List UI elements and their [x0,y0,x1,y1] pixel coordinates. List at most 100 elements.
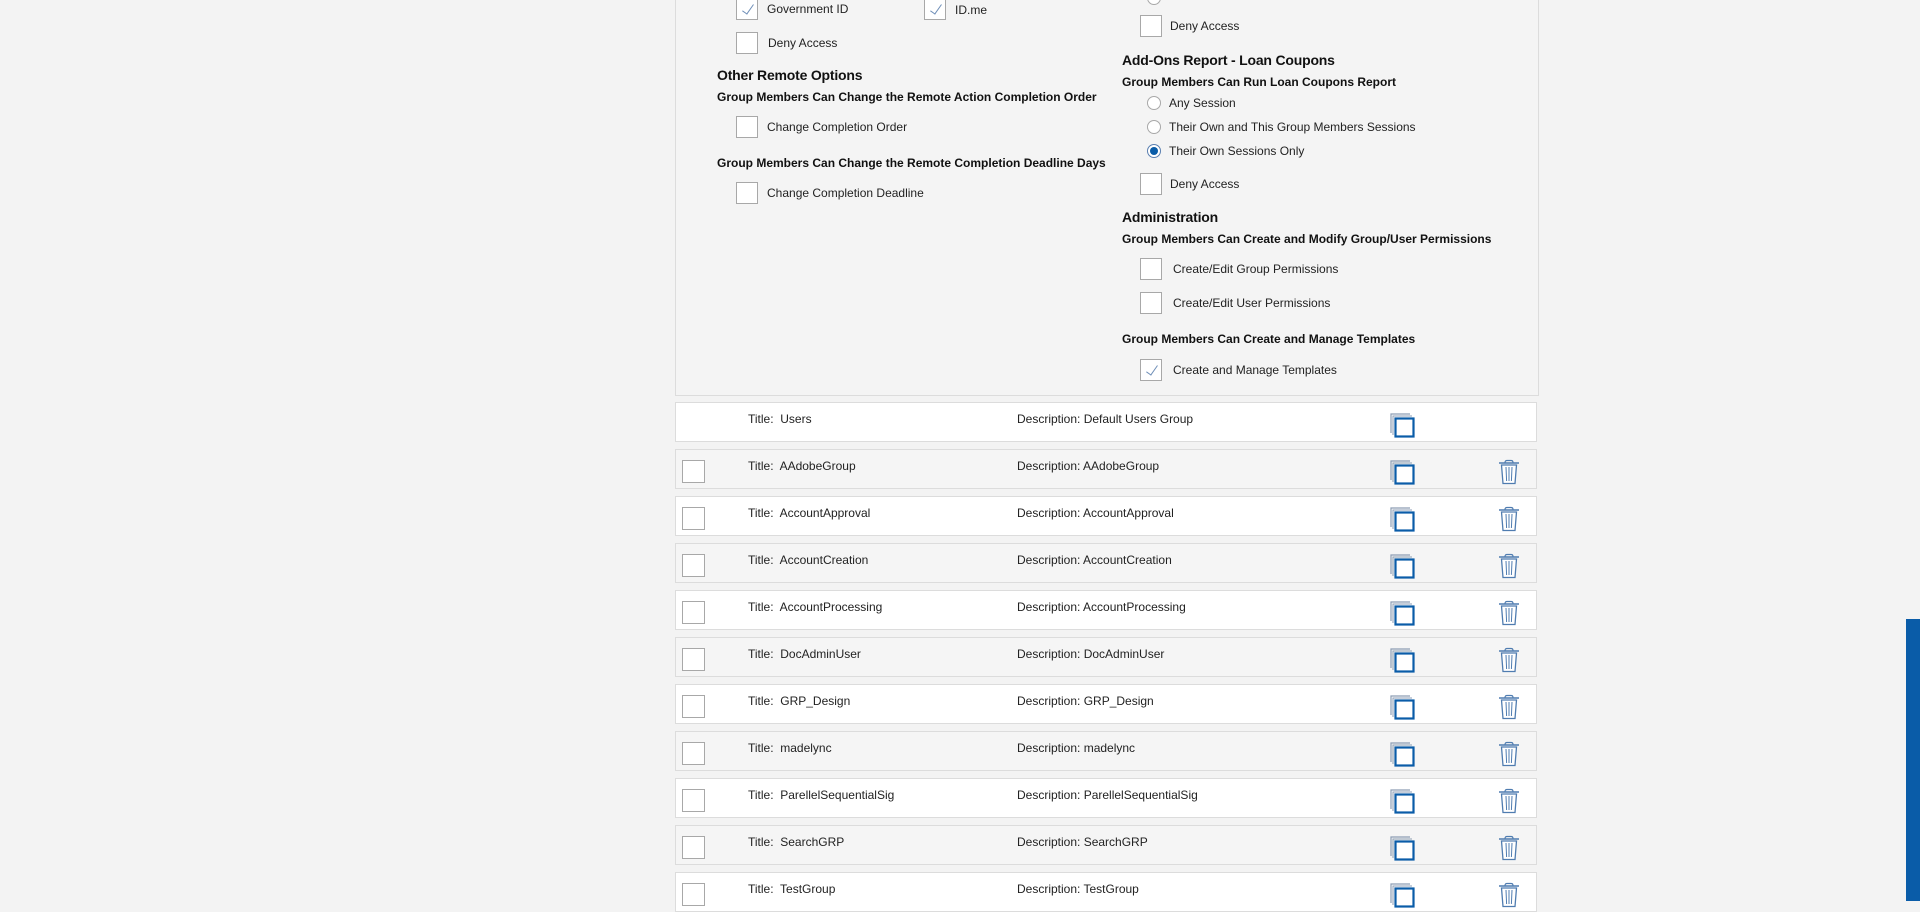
completion-deadline-subtitle: Group Members Can Change the Remote Comp… [717,156,1106,170]
trash-icon[interactable] [1498,553,1520,579]
title-value: AccountApproval [779,506,871,520]
desc-value: Default Users Group [1083,412,1194,426]
copy-icon[interactable] [1388,552,1416,580]
row-title: Title: TestGroup [748,882,835,896]
group-row: Title: AAdobeGroup Description: AAdobeGr… [675,449,1537,489]
row-select-checkbox[interactable] [682,742,705,765]
group-row: Title: Users Description: Default Users … [675,402,1537,442]
copy-icon[interactable] [1388,599,1416,627]
row-description: Description: AAdobeGroup [1017,459,1159,473]
desc-prefix: Description: [1017,553,1081,567]
copy-icon[interactable] [1388,411,1416,439]
top-deny-access-label: Deny Access [1170,19,1240,33]
change-completion-deadline-checkbox[interactable] [736,182,758,204]
trash-icon[interactable] [1498,459,1520,485]
title-prefix: Title: [748,741,774,755]
row-description: Description: AccountApproval [1017,506,1174,520]
idme-checkbox[interactable] [924,0,946,20]
copy-icon[interactable] [1388,646,1416,674]
row-title: Title: madelync [748,741,832,755]
trash-icon[interactable] [1498,647,1520,673]
row-select-checkbox[interactable] [682,883,705,906]
desc-value: DocAdminUser [1083,647,1165,661]
copy-icon[interactable] [1388,881,1416,909]
trash-icon[interactable] [1498,694,1520,720]
manage-templates-label: Create and Manage Templates [1173,363,1337,377]
change-completion-deadline-label: Change Completion Deadline [767,186,924,200]
desc-prefix: Description: [1017,694,1081,708]
row-select-checkbox[interactable] [682,601,705,624]
row-title: Title: GRP_Design [748,694,850,708]
desc-prefix: Description: [1017,835,1081,849]
title-value: SearchGRP [780,835,845,849]
government-id-checkbox[interactable] [736,0,758,20]
copy-icon[interactable] [1388,505,1416,533]
group-row: Title: madelync Description: madelync [675,731,1537,771]
trash-icon[interactable] [1498,506,1520,532]
title-prefix: Title: [748,694,774,708]
row-title: Title: AAdobeGroup [748,459,856,473]
copy-icon[interactable] [1388,458,1416,486]
row-description: Description: DocAdminUser [1017,647,1164,661]
idme-label: ID.me [955,3,988,17]
title-prefix: Title: [748,412,774,426]
row-select-checkbox[interactable] [682,789,705,812]
loan-coupons-deny-access-checkbox[interactable] [1140,173,1162,195]
title-value: madelync [780,741,832,755]
row-select-checkbox[interactable] [682,648,705,671]
row-title: Title: Users [748,412,812,426]
title-prefix: Title: [748,882,774,896]
row-title: Title: AccountApproval [748,506,870,520]
desc-value: GRP_Design [1083,694,1154,708]
trash-icon[interactable] [1498,788,1520,814]
row-select-checkbox[interactable] [682,836,705,859]
row-description: Description: ParellelSequentialSig [1017,788,1198,802]
title-value: DocAdminUser [780,647,861,661]
trash-icon[interactable] [1498,600,1520,626]
change-completion-order-checkbox[interactable] [736,116,758,138]
desc-value: TestGroup [1083,882,1139,896]
title-prefix: Title: [748,647,774,661]
templates-subtitle: Group Members Can Create and Manage Temp… [1122,332,1416,346]
own-sessions-only-radio[interactable] [1147,144,1161,158]
group-row: Title: GRP_Design Description: GRP_Desig… [675,684,1537,724]
identity-deny-access-checkbox[interactable] [736,32,758,54]
any-session-radio[interactable] [1147,96,1161,110]
row-select-checkbox[interactable] [682,460,705,483]
copy-icon[interactable] [1388,740,1416,768]
desc-prefix: Description: [1017,788,1081,802]
row-select-checkbox[interactable] [682,695,705,718]
own-and-group-sessions-radio[interactable] [1147,120,1161,134]
scrollbar-thumb[interactable] [1906,619,1920,901]
hidden-radio-partial[interactable] [1147,0,1161,5]
title-prefix: Title: [748,835,774,849]
copy-icon[interactable] [1388,834,1416,862]
title-prefix: Title: [748,506,774,520]
desc-prefix: Description: [1017,600,1081,614]
copy-icon[interactable] [1388,787,1416,815]
desc-value: AccountProcessing [1083,600,1186,614]
loan-coupons-title: Add-Ons Report - Loan Coupons [1122,52,1335,68]
desc-value: SearchGRP [1083,835,1148,849]
row-select-checkbox[interactable] [682,554,705,577]
row-select-checkbox[interactable] [682,507,705,530]
title-prefix: Title: [748,459,774,473]
top-deny-access-checkbox[interactable] [1140,15,1162,37]
row-title: Title: SearchGRP [748,835,844,849]
edit-group-permissions-label: Create/Edit Group Permissions [1173,262,1339,276]
row-description: Description: TestGroup [1017,882,1139,896]
trash-icon[interactable] [1498,835,1520,861]
trash-icon[interactable] [1498,882,1520,908]
edit-user-permissions-checkbox[interactable] [1140,292,1162,314]
group-row: Title: ParellelSequentialSig Description… [675,778,1537,818]
edit-group-permissions-checkbox[interactable] [1140,258,1162,280]
group-row: Title: AccountApproval Description: Acco… [675,496,1537,536]
row-title: Title: DocAdminUser [748,647,861,661]
trash-icon[interactable] [1498,741,1520,767]
own-and-group-sessions-label: Their Own and This Group Members Session… [1169,120,1416,134]
copy-icon[interactable] [1388,693,1416,721]
manage-templates-checkbox[interactable] [1140,359,1162,381]
row-description: Description: GRP_Design [1017,694,1154,708]
admin-permissions-subtitle: Group Members Can Create and Modify Grou… [1122,232,1492,246]
row-description: Description: AccountProcessing [1017,600,1186,614]
